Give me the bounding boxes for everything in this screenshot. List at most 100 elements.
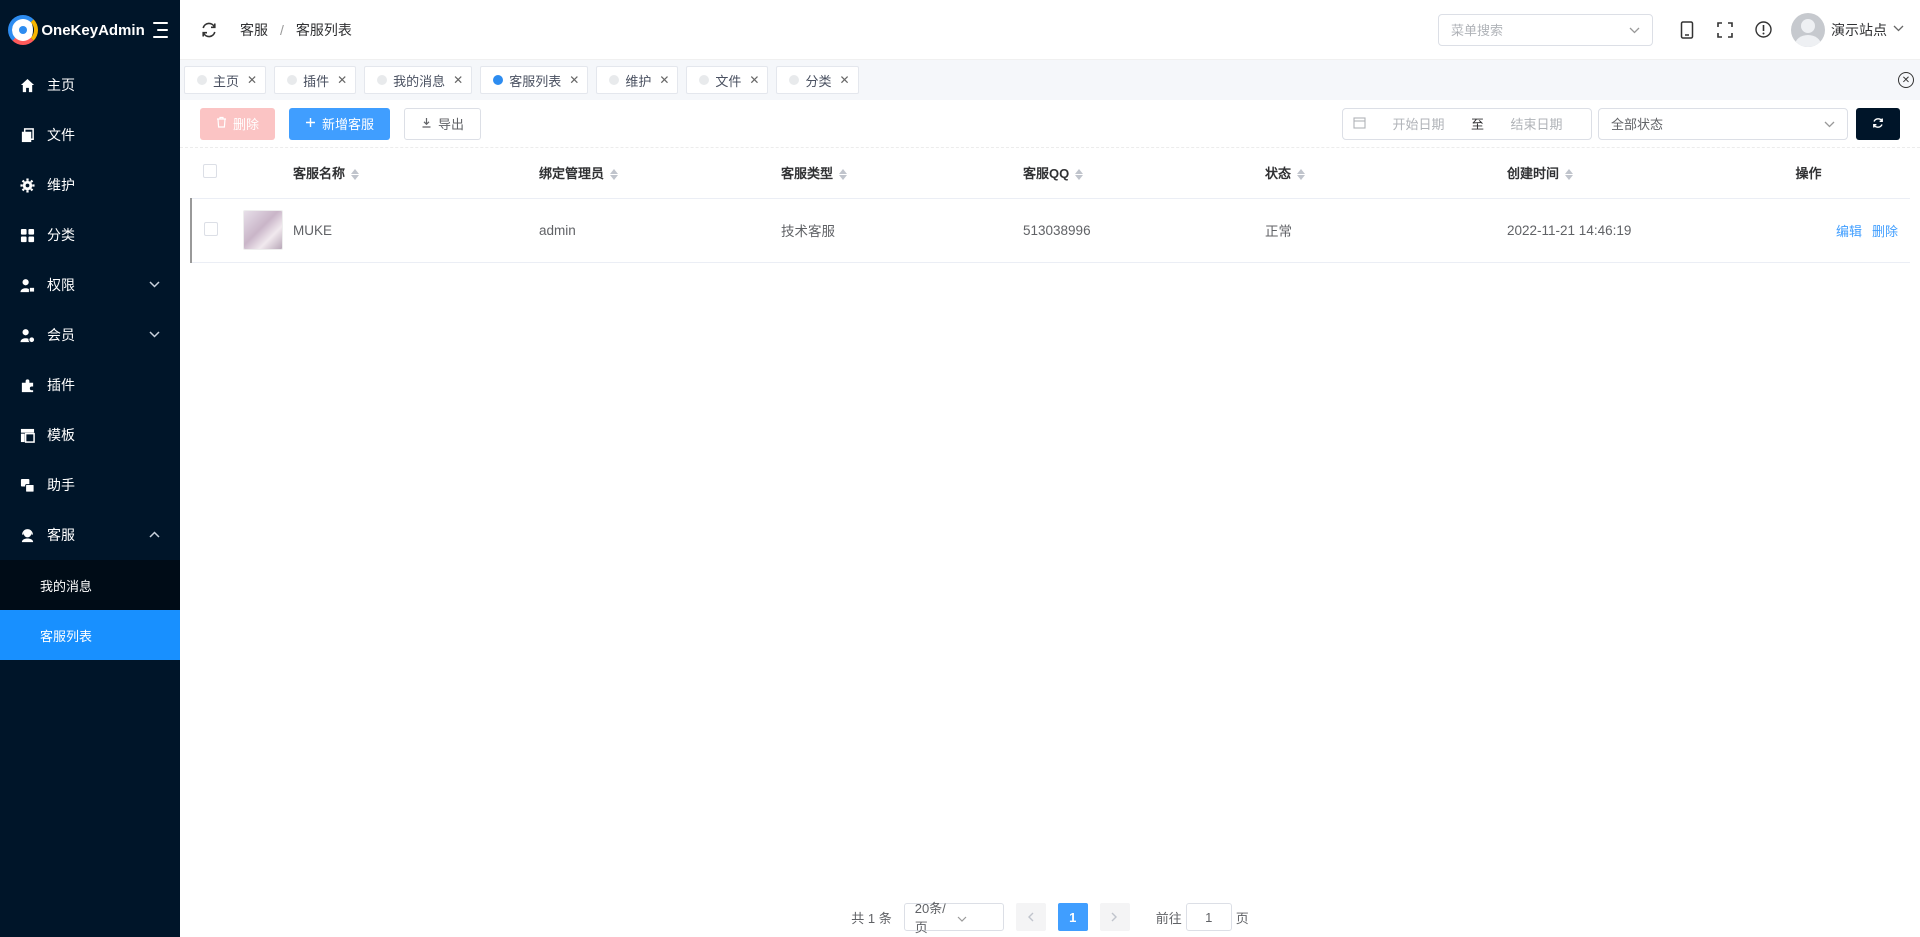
edit-link[interactable]: 编辑 xyxy=(1836,224,1862,239)
page-size-select[interactable]: 20条/页 xyxy=(903,901,1004,935)
download-icon xyxy=(421,116,432,131)
sidebar-item-assistant[interactable]: 助手 xyxy=(0,460,180,510)
sort-icon[interactable] xyxy=(839,169,848,181)
template-icon xyxy=(20,428,35,443)
sidebar-item-plugin[interactable]: 插件 xyxy=(0,360,180,410)
sidebar-item-template[interactable]: 模板 xyxy=(0,410,180,460)
sidebar-item-maintenance[interactable]: 维护 xyxy=(0,160,180,210)
chevron-down-icon xyxy=(149,330,160,341)
refresh-icon xyxy=(1872,116,1884,132)
sidebar-item-customer-service[interactable]: 客服 xyxy=(0,510,180,560)
column-header-admin[interactable]: 绑定管理员 xyxy=(539,148,781,199)
breadcrumb-item[interactable]: 客服 xyxy=(240,20,268,40)
goto-page-input[interactable]: 1 xyxy=(1185,903,1232,931)
tab-category[interactable]: 分类 ✕ xyxy=(776,66,859,94)
chevron-down-icon xyxy=(1629,22,1640,37)
status-select-value: 全部状态 xyxy=(1611,117,1664,132)
export-button[interactable]: 导出 xyxy=(404,107,482,140)
close-icon[interactable]: ✕ xyxy=(749,73,759,87)
sort-icon[interactable] xyxy=(1075,169,1084,181)
sidebar: OneKeyAdmin 主页 文件 维护 分类 权限 会员 插件 模板 助手 客… xyxy=(0,0,180,937)
close-all-tabs-icon[interactable]: ✕ xyxy=(1898,72,1914,88)
tab-label: 插件 xyxy=(303,73,330,89)
tab-my-messages[interactable]: 我的消息 ✕ xyxy=(364,66,473,94)
close-icon[interactable]: ✕ xyxy=(839,73,849,87)
close-icon[interactable]: ✕ xyxy=(453,73,463,87)
toolbar: 删除 新增客服 导出 开始日期 至 结束日期 全部状态 xyxy=(180,100,1920,148)
tab-plugin[interactable]: 插件 ✕ xyxy=(274,66,357,94)
calendar-icon xyxy=(1353,116,1366,132)
plus-icon xyxy=(305,116,316,131)
sidebar-item-category[interactable]: 分类 xyxy=(0,210,180,260)
add-service-button[interactable]: 新增客服 xyxy=(289,107,391,140)
next-page-button[interactable] xyxy=(1099,903,1130,931)
close-icon[interactable]: ✕ xyxy=(337,73,347,87)
cell-admin: admin xyxy=(539,198,781,263)
tab-file[interactable]: 文件 ✕ xyxy=(686,66,769,94)
column-header-status[interactable]: 状态 xyxy=(1265,148,1507,199)
close-icon[interactable]: ✕ xyxy=(569,73,579,87)
column-header-qq[interactable]: 客服QQ xyxy=(1023,148,1265,199)
close-icon[interactable]: ✕ xyxy=(659,73,669,87)
service-avatar-image[interactable] xyxy=(243,210,283,250)
sidebar-item-service-list[interactable]: 客服列表 xyxy=(0,610,180,660)
sort-icon[interactable] xyxy=(1565,169,1574,181)
puzzle-icon xyxy=(20,378,35,393)
sort-icon[interactable] xyxy=(351,169,360,181)
menu-collapse-icon[interactable] xyxy=(152,22,168,38)
sidebar-item-home[interactable]: 主页 xyxy=(0,60,180,110)
fullscreen-icon[interactable] xyxy=(1715,20,1735,40)
sidebar-item-label: 权限 xyxy=(47,277,75,293)
start-date-input[interactable]: 开始日期 xyxy=(1374,114,1463,133)
mobile-icon[interactable] xyxy=(1677,20,1697,40)
column-header-actions: 操作 xyxy=(1707,148,1910,199)
info-icon[interactable] xyxy=(1753,20,1773,40)
topbar: 客服 / 客服列表 菜单搜索 演示站点 xyxy=(180,0,1920,60)
cell-name: MUKE xyxy=(293,198,539,263)
gear-icon xyxy=(20,177,35,193)
avatar xyxy=(1791,12,1825,47)
row-checkbox[interactable] xyxy=(204,221,218,236)
tab-maintenance[interactable]: 维护 ✕ xyxy=(596,66,679,94)
assistant-icon xyxy=(20,478,35,493)
tab-service-list[interactable]: 客服列表 ✕ xyxy=(480,66,589,94)
sort-icon[interactable] xyxy=(610,169,619,181)
delete-link[interactable]: 删除 xyxy=(1872,224,1898,239)
table-row[interactable]: MUKE admin 技术客服 513038996 正常 2022-11-21 … xyxy=(190,198,1910,263)
sidebar-item-label: 客服 xyxy=(47,527,75,543)
user-lock-icon xyxy=(20,278,35,293)
goto-suffix: 页 xyxy=(1235,910,1249,926)
prev-page-button[interactable] xyxy=(1015,903,1046,931)
close-icon[interactable]: ✕ xyxy=(247,73,257,87)
chevron-down-icon xyxy=(149,280,160,291)
date-range-picker[interactable]: 开始日期 至 结束日期 xyxy=(1342,107,1592,140)
tab-home[interactable]: 主页 ✕ xyxy=(184,66,267,94)
tab-label: 客服列表 xyxy=(509,73,562,89)
sidebar-item-file[interactable]: 文件 xyxy=(0,110,180,160)
user-menu[interactable]: 演示站点 xyxy=(1791,12,1904,47)
search-refresh-button[interactable] xyxy=(1856,107,1900,140)
column-header-name[interactable]: 客服名称 xyxy=(293,148,539,199)
end-date-input[interactable]: 结束日期 xyxy=(1492,114,1581,133)
sort-icon[interactable] xyxy=(1297,169,1306,181)
breadcrumb: 客服 / 客服列表 xyxy=(240,20,352,40)
sidebar-item-permission[interactable]: 权限 xyxy=(0,260,180,310)
table-container: 客服名称 绑定管理员 客服类型 客服QQ 状态 创建时间 操作 MUKE adm… xyxy=(180,148,1920,937)
select-all-checkbox[interactable] xyxy=(203,164,217,179)
status-select[interactable]: 全部状态 xyxy=(1598,107,1848,140)
page-number-current[interactable]: 1 xyxy=(1057,903,1088,931)
sidebar-item-member[interactable]: 会员 xyxy=(0,310,180,360)
cell-qq: 513038996 xyxy=(1023,198,1265,263)
logo[interactable]: OneKeyAdmin xyxy=(0,0,180,60)
column-header-created[interactable]: 创建时间 xyxy=(1507,148,1707,199)
tab-dot-icon xyxy=(493,75,504,85)
sidebar-item-my-messages[interactable]: 我的消息 xyxy=(0,560,180,610)
delete-button[interactable]: 删除 xyxy=(200,107,276,140)
goto-prefix: 前往 xyxy=(1155,910,1182,926)
menu-search-select[interactable]: 菜单搜索 xyxy=(1438,13,1653,46)
refresh-icon[interactable] xyxy=(200,21,218,39)
column-header-type[interactable]: 客服类型 xyxy=(781,148,1023,199)
chevron-down-icon xyxy=(1824,116,1835,131)
sidebar-item-label: 模板 xyxy=(47,427,75,443)
date-range-separator: 至 xyxy=(1471,117,1485,132)
